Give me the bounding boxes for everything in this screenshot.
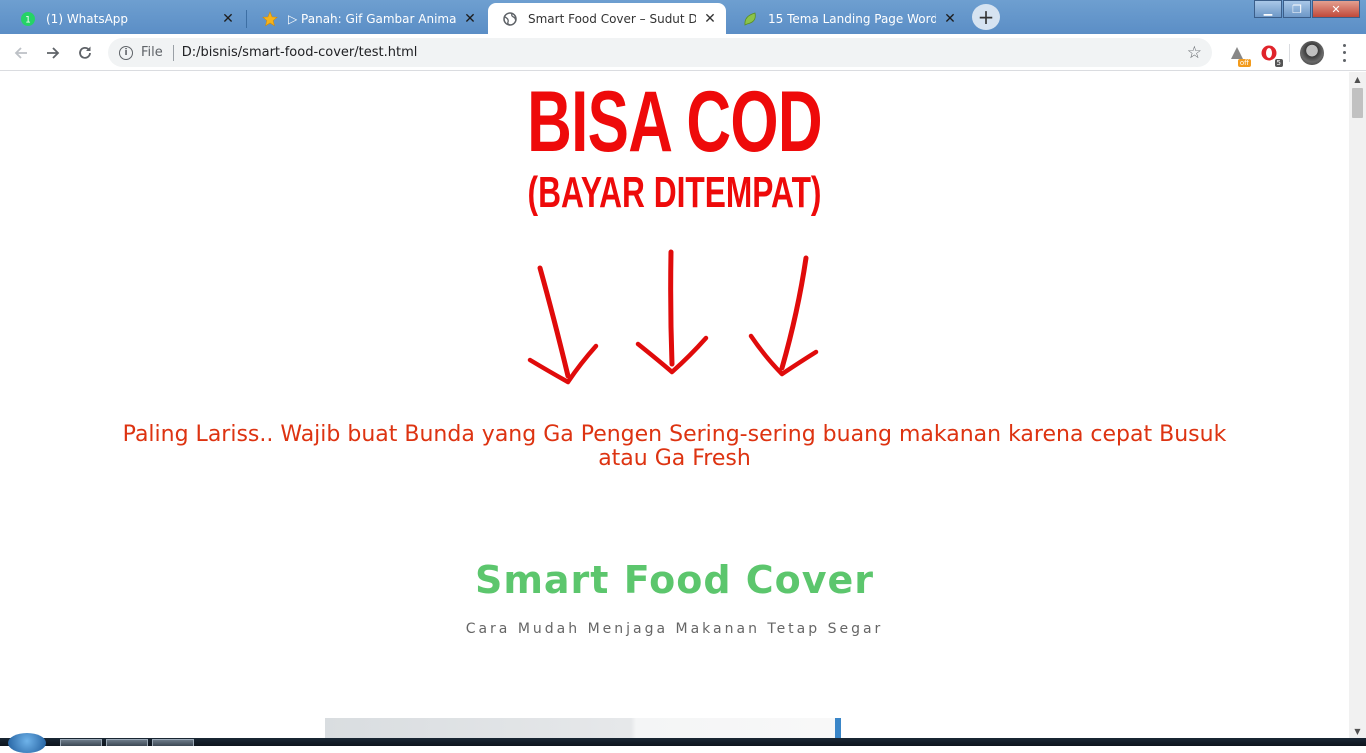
browser-menu-button[interactable] [1336,42,1352,64]
reload-button[interactable] [72,40,98,66]
tab-panah-gif[interactable]: ▷ Panah: Gif Gambar Animasi & ✕ [248,3,486,34]
cod-subheadline: (BAYAR DITEMPAT) [527,168,822,217]
window-controls: ▁ ❐ ✕ [1253,0,1360,18]
tab-whatsapp[interactable]: 1 (1) WhatsApp ✕ [6,3,244,34]
arrow-down-center-icon [635,249,709,375]
taskbar-item[interactable] [152,739,194,746]
product-image-edge [835,718,841,738]
back-button[interactable] [8,40,34,66]
close-tab-icon[interactable]: ✕ [942,11,958,27]
product-image-top [325,718,835,738]
scroll-up-icon[interactable]: ▲ [1349,72,1366,86]
profile-avatar[interactable] [1300,41,1324,65]
cod-headline: BISA COD [527,74,822,170]
close-tab-icon[interactable]: ✕ [702,11,718,27]
tab-title: ▷ Panah: Gif Gambar Animasi & [288,11,456,26]
opera-extension-button[interactable]: 5 [1258,42,1283,67]
taskbar-item[interactable] [106,739,148,746]
whatsapp-icon: 1 [20,11,36,27]
forward-button[interactable] [40,40,66,66]
tab-smart-food-cover[interactable]: Smart Food Cover – Sudut Diskon ✕ [488,3,726,34]
tab-title: (1) WhatsApp [46,11,129,26]
os-taskbar [0,738,1366,746]
new-tab-button[interactable]: + [972,4,1000,30]
toolbar-divider [1289,44,1290,62]
plus-icon: + [977,5,995,29]
arrow-down-right-icon [748,255,819,377]
tagline-text: Paling Lariss.. Wajib buat Bunda yang Ga… [122,422,1227,471]
reload-icon [79,46,91,59]
page-viewport: BISA COD (BAYAR DITEMPAT) Paling Lariss.… [0,72,1349,738]
whatsapp-count-badge: 1 [25,15,31,25]
info-icon[interactable]: i [119,45,133,60]
start-button[interactable] [8,733,46,753]
leaf-icon [742,11,758,27]
bookmark-star-icon[interactable]: ☆ [1187,43,1202,63]
scroll-thumb[interactable] [1352,88,1363,118]
arrow-right-icon [47,47,60,59]
scheme-label: File [141,45,163,60]
product-title: Smart Food Cover [474,558,875,602]
close-tab-icon[interactable]: ✕ [462,11,478,27]
extension-off-button[interactable]: off [1226,42,1251,67]
tab-strip: 1 (1) WhatsApp ✕ ▷ Panah: Gif Gambar Ani… [0,0,1366,34]
arrow-left-icon [14,47,27,59]
arrow-down-left-icon [527,265,599,385]
tab-title: 15 Tema Landing Page WordPress [768,11,936,26]
vertical-scrollbar[interactable]: ▲ ▼ [1349,72,1366,738]
extension-badge: 5 [1274,59,1283,67]
product-subtitle: Cara Mudah Menjaga Makanan Tetap Segar [465,621,884,637]
taskbar-item[interactable] [60,739,102,746]
scroll-down-icon[interactable]: ▼ [1349,724,1366,738]
address-divider [172,44,174,61]
address-bar[interactable]: i File D:/bisnis/smart-food-cover/test.h… [108,38,1212,67]
close-tab-icon[interactable]: ✕ [220,11,236,27]
maximize-button[interactable]: ❐ [1283,0,1311,18]
tab-landing-page-wordpress[interactable]: 15 Tema Landing Page WordPress ✕ [728,3,966,34]
minimize-button[interactable]: ▁ [1254,0,1282,18]
url-text[interactable]: D:/bisnis/smart-food-cover/test.html [182,45,418,60]
browser-toolbar: i File D:/bisnis/smart-food-cover/test.h… [0,34,1366,71]
star-icon [262,10,278,27]
close-window-button[interactable]: ✕ [1312,0,1360,18]
tab-separator [246,10,247,28]
tab-title: Smart Food Cover – Sudut Diskon [528,11,696,26]
extension-badge: off [1237,59,1251,67]
down-arrows-graphic [527,249,819,385]
globe-icon [502,11,518,27]
